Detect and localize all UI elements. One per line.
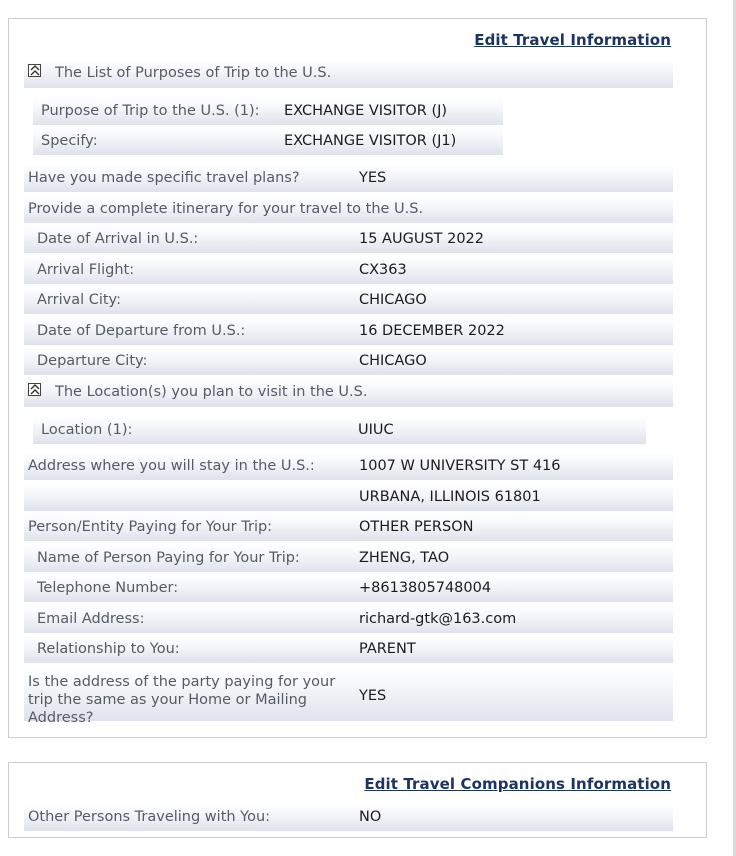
arrival-city-label: Arrival City: bbox=[37, 292, 121, 308]
locations-section-header[interactable]: The Location(s) you plan to visit in the… bbox=[24, 379, 673, 407]
departure-city-value: CHICAGO bbox=[359, 353, 427, 369]
relationship-row: Relationship to You: PARENT bbox=[24, 636, 673, 663]
arrival-city-value: CHICAGO bbox=[359, 292, 427, 308]
address-row-2: URBANA, ILLINOIS 61801 bbox=[24, 484, 673, 511]
travel-information-panel: Edit Travel Information The List of Purp… bbox=[8, 18, 707, 738]
relationship-value: PARENT bbox=[359, 641, 416, 657]
itinerary-prompt: Provide a complete itinerary for your tr… bbox=[28, 201, 424, 217]
phone-value: +8613805748004 bbox=[359, 580, 492, 596]
locations-section-title: The Location(s) you plan to visit in the… bbox=[55, 384, 368, 400]
specify-value: EXCHANGE VISITOR (J1) bbox=[284, 133, 457, 149]
phone-row: Telephone Number: +8613805748004 bbox=[24, 575, 673, 602]
travel-plans-value: YES bbox=[359, 170, 387, 186]
location-value: UIUC bbox=[358, 422, 394, 438]
itinerary-prompt-row: Provide a complete itinerary for your tr… bbox=[24, 196, 673, 223]
departure-date-label: Date of Departure from U.S.: bbox=[37, 323, 246, 339]
departure-city-row: Departure City: CHICAGO bbox=[24, 348, 673, 375]
edit-travel-companions-link[interactable]: Edit Travel Companions Information bbox=[364, 775, 671, 793]
payer-row: Person/Entity Paying for Your Trip: OTHE… bbox=[24, 514, 673, 541]
other-persons-value: NO bbox=[359, 809, 382, 825]
same-address-label: Is the address of the party paying for y… bbox=[28, 674, 336, 726]
departure-date-row: Date of Departure from U.S.: 16 DECEMBER… bbox=[24, 318, 673, 345]
arrival-date-value: 15 AUGUST 2022 bbox=[359, 231, 485, 247]
arrival-date-label: Date of Arrival in U.S.: bbox=[37, 231, 199, 247]
address-line1: 1007 W UNIVERSITY ST 416 bbox=[359, 458, 561, 474]
arrival-date-row: Date of Arrival in U.S.: 15 AUGUST 2022 bbox=[24, 226, 673, 253]
payer-name-row: Name of Person Paying for Your Trip: ZHE… bbox=[24, 545, 673, 572]
purposes-section-title: The List of Purposes of Trip to the U.S. bbox=[55, 65, 332, 81]
payer-name-label: Name of Person Paying for Your Trip: bbox=[37, 550, 300, 566]
payer-name-value: ZHENG, TAO bbox=[359, 550, 450, 566]
location-row: Location (1): UIUC bbox=[33, 417, 646, 444]
purpose-row: Purpose of Trip to the U.S. (1): EXCHANG… bbox=[33, 98, 503, 125]
same-address-value: YES bbox=[359, 688, 387, 704]
location-label: Location (1): bbox=[41, 422, 133, 438]
other-persons-row: Other Persons Traveling with You: NO bbox=[24, 804, 673, 831]
payer-label: Person/Entity Paying for Your Trip: bbox=[28, 519, 273, 535]
same-address-row: Is the address of the party paying for y… bbox=[24, 667, 673, 726]
payer-value: OTHER PERSON bbox=[359, 519, 474, 535]
specify-label: Specify: bbox=[41, 133, 98, 149]
travel-plans-row: Have you made specific travel plans? YES bbox=[24, 165, 673, 192]
collapse-up-icon[interactable] bbox=[28, 383, 41, 396]
purposes-section-header[interactable]: The List of Purposes of Trip to the U.S. bbox=[24, 60, 673, 88]
arrival-flight-label: Arrival Flight: bbox=[37, 262, 135, 278]
address-line2: URBANA, ILLINOIS 61801 bbox=[359, 489, 541, 505]
address-row: Address where you will stay in the U.S.:… bbox=[24, 453, 673, 480]
purpose-label: Purpose of Trip to the U.S. (1): bbox=[41, 103, 260, 119]
email-row: Email Address: richard-gtk@163.com bbox=[24, 606, 673, 633]
arrival-city-row: Arrival City: CHICAGO bbox=[24, 287, 673, 314]
phone-label: Telephone Number: bbox=[37, 580, 179, 596]
departure-city-label: Departure City: bbox=[37, 353, 148, 369]
arrival-flight-row: Arrival Flight: CX363 bbox=[24, 257, 673, 284]
relationship-label: Relationship to You: bbox=[37, 641, 180, 657]
purpose-value: EXCHANGE VISITOR (J) bbox=[284, 103, 448, 119]
email-value: richard-gtk@163.com bbox=[359, 611, 517, 627]
collapse-up-icon[interactable] bbox=[28, 64, 41, 77]
email-label: Email Address: bbox=[37, 611, 145, 627]
edit-travel-information-link[interactable]: Edit Travel Information bbox=[474, 31, 671, 49]
specify-row: Specify: EXCHANGE VISITOR (J1) bbox=[33, 128, 503, 155]
departure-date-value: 16 DECEMBER 2022 bbox=[359, 323, 505, 339]
travel-plans-label: Have you made specific travel plans? bbox=[28, 170, 300, 186]
other-persons-label: Other Persons Traveling with You: bbox=[28, 809, 271, 825]
travel-companions-panel: Edit Travel Companions Information Other… bbox=[8, 762, 707, 838]
arrival-flight-value: CX363 bbox=[359, 262, 407, 278]
address-label: Address where you will stay in the U.S.: bbox=[28, 458, 315, 474]
